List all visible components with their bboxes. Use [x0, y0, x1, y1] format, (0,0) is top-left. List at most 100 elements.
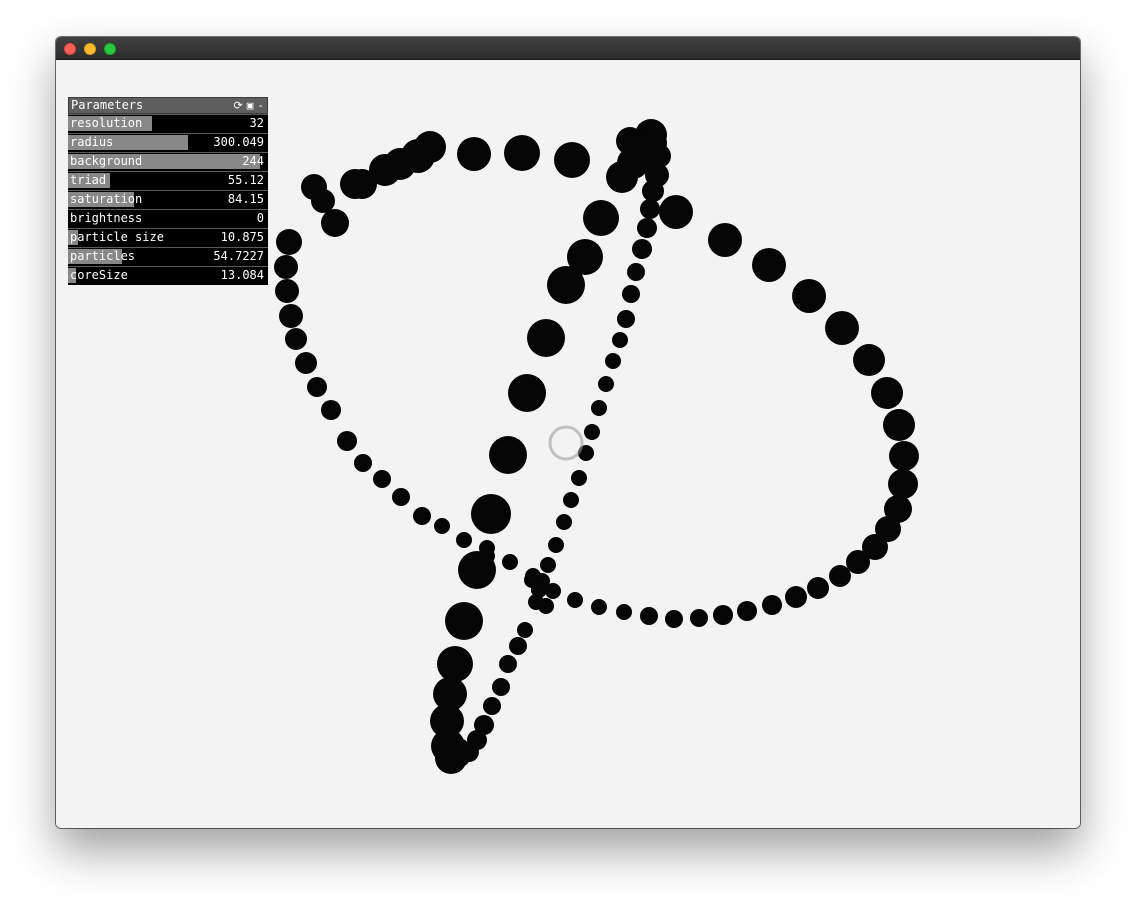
particle — [708, 223, 742, 257]
particle — [637, 218, 657, 238]
particle — [567, 592, 583, 608]
particle — [807, 577, 829, 599]
particle — [275, 279, 299, 303]
param-slider-brightness[interactable]: brightness 0 — [68, 209, 268, 228]
particle — [517, 622, 533, 638]
param-slider-coresize[interactable]: coreSize 13.084 — [68, 266, 268, 285]
param-value: 244 — [242, 154, 264, 168]
particle — [659, 195, 693, 229]
particle — [871, 377, 903, 409]
particle — [762, 595, 782, 615]
param-value: 10.875 — [220, 230, 264, 244]
particle — [571, 470, 587, 486]
save-icon[interactable]: ▣ — [247, 98, 254, 113]
particle — [548, 537, 564, 553]
particle — [499, 655, 517, 673]
particle — [785, 586, 807, 608]
particle — [434, 518, 450, 534]
particle — [547, 266, 585, 304]
param-label: triad — [70, 173, 107, 187]
parameter-list: resolution 32 radius 300.049 background 244 tr… — [68, 114, 268, 285]
particle — [538, 598, 554, 614]
particle — [492, 678, 510, 696]
particle — [752, 248, 786, 282]
particle — [479, 540, 495, 556]
particle — [640, 607, 658, 625]
particle — [713, 605, 733, 625]
param-slider-particle-size[interactable]: particle size 10.875 — [68, 228, 268, 247]
particle — [591, 599, 607, 615]
particle — [307, 377, 327, 397]
minimize-button[interactable] — [84, 43, 96, 55]
param-label: particle size — [70, 230, 164, 244]
particle — [616, 127, 644, 155]
param-label: coreSize — [70, 268, 128, 282]
particle — [556, 514, 572, 530]
particle — [627, 263, 645, 281]
particle — [489, 436, 527, 474]
particle — [853, 344, 885, 376]
refresh-icon[interactable]: ⟳ — [234, 98, 243, 113]
param-slider-resolution[interactable]: resolution 32 — [68, 114, 268, 133]
particle — [531, 582, 547, 598]
particle — [888, 469, 918, 499]
particle — [690, 609, 708, 627]
parameters-panel: Parameters ⟳ ▣ - resolution 32 radius 300.0… — [68, 97, 268, 285]
particle — [321, 209, 349, 237]
particle — [274, 255, 298, 279]
particle — [583, 200, 619, 236]
param-slider-particles[interactable]: particles 54.7227 — [68, 247, 268, 266]
param-value: 0 — [256, 211, 264, 225]
particle — [384, 148, 416, 180]
particle — [483, 697, 501, 715]
particle — [458, 551, 496, 589]
particle — [665, 610, 683, 628]
zoom-button[interactable] — [104, 43, 116, 55]
particle — [640, 199, 660, 219]
particle — [509, 637, 527, 655]
title-bar[interactable] — [56, 37, 1080, 60]
particle — [884, 495, 912, 523]
particle — [285, 328, 307, 350]
param-slider-saturation[interactable]: saturation 84.15 — [68, 190, 268, 209]
param-label: radius — [70, 135, 114, 149]
particle — [502, 554, 518, 570]
particle — [456, 532, 472, 548]
particle — [606, 161, 638, 193]
param-slider-radius[interactable]: radius 300.049 — [68, 133, 268, 152]
particle — [457, 137, 491, 171]
particle — [321, 400, 341, 420]
particle — [584, 424, 600, 440]
param-label: background — [70, 154, 143, 168]
particle — [605, 353, 621, 369]
particle — [622, 285, 640, 303]
particle — [617, 310, 635, 328]
panel-header[interactable]: Parameters ⟳ ▣ - — [68, 97, 268, 114]
particle — [737, 601, 757, 621]
particle — [591, 400, 607, 416]
param-value: 13.084 — [220, 268, 264, 282]
particle — [540, 557, 556, 573]
particle — [563, 492, 579, 508]
param-value: 84.15 — [227, 192, 264, 206]
particle — [616, 604, 632, 620]
particle — [792, 279, 826, 313]
param-slider-triad[interactable]: triad 55.12 — [68, 171, 268, 190]
particle — [471, 494, 511, 534]
particle-canvas[interactable]: Parameters ⟳ ▣ - resolution 32 radius 300.0… — [56, 60, 1080, 828]
particle — [889, 441, 919, 471]
particle — [527, 319, 565, 357]
particle — [554, 142, 590, 178]
particle — [508, 374, 546, 412]
minimize-icon[interactable]: - — [257, 98, 264, 113]
particle — [612, 332, 628, 348]
param-slider-background[interactable]: background 244 — [68, 152, 268, 171]
particle — [598, 376, 614, 392]
particle — [829, 565, 851, 587]
particle — [276, 229, 302, 255]
panel-title: Parameters — [71, 98, 144, 112]
close-button[interactable] — [64, 43, 76, 55]
particle — [337, 431, 357, 451]
particle — [392, 488, 410, 506]
particle — [450, 747, 470, 767]
